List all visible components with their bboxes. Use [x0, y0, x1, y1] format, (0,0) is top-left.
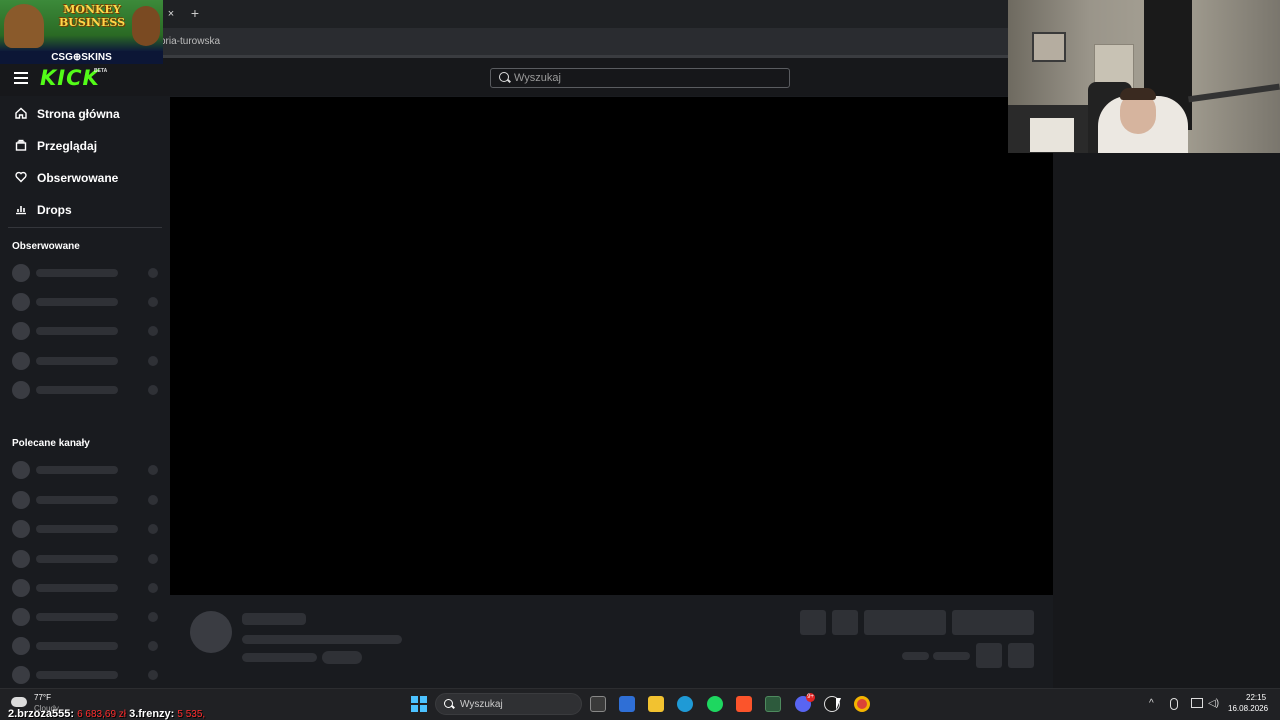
streamer-avatar-skeleton: [190, 611, 232, 653]
clock-time[interactable]: 22:15: [1246, 693, 1266, 702]
windows-start-icon[interactable]: [411, 696, 427, 712]
channel-skeleton: [12, 666, 162, 684]
ad-brand: CSG⊕SKINS: [0, 51, 163, 64]
ticker-value: 6 683,69 zł: [77, 709, 127, 720]
uptime-skeleton: [933, 652, 970, 660]
mouse-cursor-icon: [836, 698, 841, 710]
search-icon: [444, 699, 453, 708]
tag-skeleton: [322, 651, 362, 664]
file-explorer-icon[interactable]: [648, 696, 664, 712]
viewer-count-skeleton: [902, 652, 929, 660]
sidebar-item-home[interactable]: Strona główna: [14, 104, 120, 124]
channel-skeleton: [12, 293, 162, 311]
sponsor-ad-overlay: MONKEY BUSINESS CSG⊕SKINS: [0, 0, 163, 64]
kick-logo[interactable]: KICK: [40, 66, 100, 90]
tray-chevron-icon[interactable]: ^: [1149, 698, 1154, 709]
search-icon: [499, 72, 509, 82]
task-view-icon[interactable]: [590, 696, 606, 712]
chrome-icon[interactable]: [854, 696, 870, 712]
beta-badge: BETA: [94, 68, 108, 74]
channel-skeleton: [12, 579, 162, 597]
sidebar-item-label: Strona główna: [37, 107, 120, 121]
sidebar-divider: [8, 227, 162, 228]
tab-close-button[interactable]: ×: [164, 6, 178, 22]
edge-icon[interactable]: [677, 696, 693, 712]
sidebar-item-label: Drops: [37, 203, 72, 217]
new-tab-button[interactable]: +: [188, 5, 202, 21]
more-button-skeleton: [1008, 643, 1034, 668]
streamer-hair: [1120, 88, 1156, 100]
sidebar-item-label: Obserwowane: [37, 171, 119, 185]
weather-temperature[interactable]: 77°F: [34, 693, 51, 702]
monkey-illustration: [4, 4, 44, 48]
channel-skeleton: [12, 461, 162, 479]
discord-badge: 9+: [806, 693, 815, 702]
webcam-overlay: [1008, 0, 1280, 153]
taskbar-search-placeholder: Wyszukaj: [460, 699, 503, 710]
drops-icon: [14, 203, 28, 217]
channel-skeleton: [12, 491, 162, 509]
sidebar-item-label: Przeglądaj: [37, 139, 98, 153]
ticker-name: 3.frenzy:: [129, 708, 175, 720]
microphone-icon[interactable]: [1170, 698, 1178, 710]
sidebar-item-following[interactable]: Obserwowane: [14, 168, 118, 188]
share-button-skeleton: [976, 643, 1002, 668]
search-placeholder: Wyszukaj: [514, 72, 561, 84]
channel-skeleton: [12, 637, 162, 655]
hamburger-menu-icon[interactable]: [14, 72, 28, 84]
home-icon: [14, 107, 28, 121]
cloud-icon[interactable]: [11, 697, 27, 707]
subscribe-button-skeleton: [952, 610, 1034, 635]
store-icon[interactable]: [619, 696, 635, 712]
channel-skeleton: [12, 322, 162, 340]
sidebar-item-drops[interactable]: Drops: [14, 200, 72, 220]
action-button-skeleton: [800, 610, 826, 635]
channel-skeleton: [12, 550, 162, 568]
chat-panel: [1053, 97, 1280, 688]
channel-skeleton: [12, 520, 162, 538]
channel-skeleton: [12, 608, 162, 626]
video-player[interactable]: [170, 97, 1053, 595]
network-icon[interactable]: [1191, 698, 1203, 708]
heart-icon: [14, 171, 28, 185]
follow-button-skeleton: [864, 610, 946, 635]
excel-icon[interactable]: [765, 696, 781, 712]
channel-skeleton: [12, 352, 162, 370]
pillow: [1030, 118, 1074, 152]
browse-icon: [14, 139, 28, 153]
brave-icon[interactable]: [736, 696, 752, 712]
ticker-value: 5 535,: [177, 709, 206, 720]
monkey-illustration: [132, 6, 160, 46]
sidebar-item-browse[interactable]: Przeglądaj: [14, 136, 97, 156]
taskbar-search[interactable]: [435, 693, 582, 715]
ad-title: MONKEY BUSINESS: [58, 3, 126, 29]
spotify-icon[interactable]: [707, 696, 723, 712]
wall-picture: [1032, 32, 1066, 62]
recommended-heading: Polecane kanały: [12, 438, 90, 449]
channel-skeleton: [12, 264, 162, 282]
streamer-name-skeleton: [242, 613, 306, 625]
url-text[interactable]: oria-turowska: [160, 36, 220, 47]
donation-ticker: 2.brzoza555: 6 683,69 zł 3.frenzy: 5 535…: [8, 708, 205, 720]
ticker-name: 2.brzoza555:: [8, 708, 75, 720]
following-heading: Obserwowane: [12, 241, 80, 252]
action-button-skeleton: [832, 610, 858, 635]
stream-title-skeleton: [242, 635, 402, 644]
clock-date[interactable]: 16.08.2026: [1228, 704, 1268, 713]
channel-skeleton: [12, 381, 162, 399]
category-skeleton: [242, 653, 317, 662]
volume-icon[interactable]: ◁): [1208, 698, 1219, 709]
